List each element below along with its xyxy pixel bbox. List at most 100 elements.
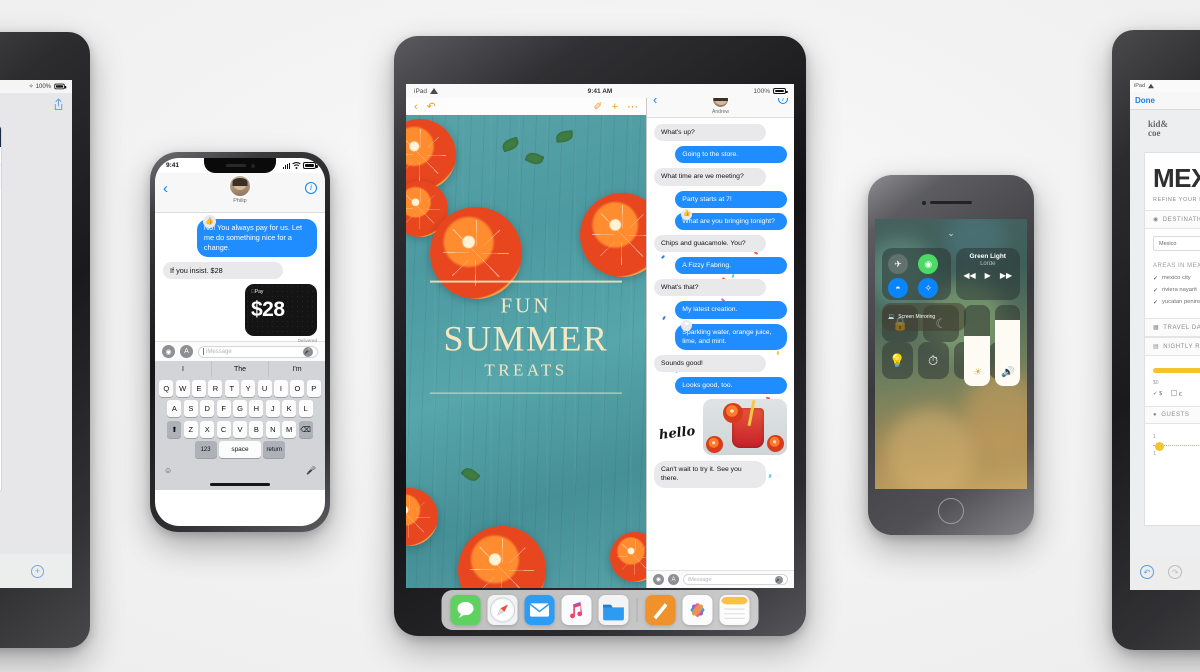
home-button[interactable] [938, 498, 964, 524]
connectivity-tile[interactable]: ✈ ◉ ◓ ✧ [882, 248, 951, 300]
key-d[interactable]: D [200, 400, 214, 417]
flashlight-button[interactable]: 💡 [882, 342, 913, 379]
play-icon[interactable]: ▶ [985, 271, 991, 280]
share-icon[interactable] [53, 98, 64, 111]
message-thread[interactable]: 👍 No! You always pay for us. Let me do s… [155, 213, 325, 341]
price-slider-area[interactable] [1145, 356, 1200, 377]
key-s[interactable]: S [184, 400, 198, 417]
area-checkbox-0[interactable]: ✓ mexico city [1145, 272, 1200, 284]
guests-slider-knob[interactable] [1155, 442, 1164, 451]
more-ellipsis-icon[interactable]: ⋯ [627, 100, 638, 113]
wifi-toggle[interactable]: ◓ [888, 278, 908, 298]
guests-section-header[interactable]: ● GUESTS [1145, 406, 1200, 424]
message-bubble[interactable]: 👍 What are you bringing tonight? [675, 213, 787, 230]
message-bubble[interactable]: ❤ Sparkling water, orange juice, lime, an… [675, 324, 787, 350]
key-h[interactable]: H [249, 400, 263, 417]
fast-forward-icon[interactable]: ▶▶ [1000, 271, 1012, 280]
key-i[interactable]: I [274, 380, 288, 397]
key-k[interactable]: K [282, 400, 296, 417]
done-button[interactable]: Done [1130, 92, 1200, 110]
guests-slider-area[interactable]: 1 1 [1145, 424, 1200, 461]
message-bubble[interactable]: Can't wait to try it. See you there. [654, 461, 766, 487]
airplane-mode-toggle[interactable]: ✈ [888, 254, 908, 274]
pages-app-pane[interactable]: ‹ ↶ ✐ + ⋯ FUN SUMMER TREATS [406, 84, 646, 588]
timer-button[interactable]: ⏱ [918, 342, 949, 379]
key-a[interactable]: A [167, 400, 181, 417]
key-r[interactable]: R [208, 380, 222, 397]
keyboard[interactable]: QWERTYUIOP ASDFGHJKL ⬆ ZXCVBNM ⌫ 123 spa… [155, 377, 325, 490]
guests-slider-track[interactable] [1153, 445, 1200, 446]
filter-card[interactable]: MEX REFINE YOUR RESU ◉ DESTINATION Mexic… [1144, 152, 1200, 526]
dock-messages-icon[interactable] [451, 595, 481, 625]
key-g[interactable]: G [233, 400, 247, 417]
dock-files-icon[interactable] [599, 595, 629, 625]
skip-button[interactable]: Skip » [0, 147, 1, 164]
travel-dates-section-header[interactable]: ▦ TRAVEL DATES [1145, 318, 1200, 337]
dictation-icon[interactable]: 🎤 [306, 466, 316, 475]
iphone-x-screen[interactable]: 9:41 ‹ Philip i 👍 No! You always pay for… [155, 158, 325, 526]
dock-mail-icon[interactable] [525, 595, 555, 625]
message-bubble[interactable]: A Fizzy Fabring. [675, 257, 787, 274]
key-z[interactable]: Z [184, 421, 198, 438]
content-card[interactable]: 100% • • • Skip » HIS E? CONTINUE [0, 126, 2, 492]
checkbox[interactable] [1171, 390, 1177, 396]
message-input[interactable]: iMessage 🎤 [683, 574, 788, 585]
key-y[interactable]: Y [241, 380, 255, 397]
message-reaction-icon[interactable]: 👍 [681, 209, 692, 220]
message-bubble[interactable]: Looks good, too. [675, 377, 787, 394]
key-n[interactable]: N [266, 421, 280, 438]
microphone-icon[interactable]: 🎤 [775, 576, 783, 584]
return-key[interactable]: return [263, 441, 285, 458]
area-checkbox-2[interactable]: ✓ yucatan peninsula [1145, 296, 1200, 308]
key-m[interactable]: M [282, 421, 296, 438]
prediction-2[interactable]: I'm [269, 361, 325, 377]
app-store-icon[interactable]: A [668, 574, 679, 585]
dock-pages-icon[interactable] [646, 595, 676, 625]
message-thread[interactable]: What's up? Going to the store. What time a… [647, 118, 794, 570]
messages-slideover-pane[interactable]: ‹ Andrew i What's up? Going to the store.… [646, 84, 794, 588]
key-j[interactable]: J [266, 400, 280, 417]
key-p[interactable]: P [307, 380, 321, 397]
ipad-right-screen[interactable]: iPad Done kid& coe MEX REFINE YOUR RESU … [1130, 80, 1200, 590]
screen-mirroring-button[interactable]: 💻 Screen Mirroring [882, 303, 966, 331]
message-bubble[interactable]: Party starts at 7! [675, 191, 787, 208]
camera-icon[interactable]: ◉ [653, 574, 664, 585]
key-x[interactable]: X [200, 421, 214, 438]
microphone-icon[interactable]: 🎤 [303, 347, 313, 357]
space-key[interactable]: space [219, 441, 261, 458]
hello-sticker[interactable]: hello [658, 424, 696, 443]
plus-icon[interactable]: + [612, 101, 618, 113]
back-chevron-icon[interactable]: ‹ [414, 101, 418, 113]
iphone-cc-screen[interactable]: ⌄ ✈ ◉ ◓ ✧ Green Light Lorde ◀◀ ▶ ▶▶ ☀ 🔊 … [875, 219, 1027, 489]
message-bubble[interactable]: My latest creation. [675, 301, 787, 318]
key-q[interactable]: Q [159, 380, 173, 397]
message-bubble[interactable]: Going to the store. [675, 146, 787, 163]
emoji-key-icon[interactable]: ☺ [164, 466, 172, 475]
ipad-left-screen[interactable]: ✧ 100% 100% • • • Skip » HIS E? CONTINUE [0, 80, 72, 588]
cellular-data-toggle[interactable]: ◉ [918, 254, 938, 274]
forward-circle-icon[interactable]: ↷ [1168, 565, 1182, 579]
message-bubble[interactable]: What's that? [654, 279, 766, 296]
destination-input[interactable]: Mexico [1153, 236, 1200, 251]
home-indicator[interactable] [157, 480, 323, 490]
currency-options[interactable]: ✓ $ € [1145, 386, 1200, 406]
area-checkbox-1[interactable]: ✓ riviera nayarit [1145, 284, 1200, 296]
avatar[interactable] [229, 175, 251, 197]
app-store-icon[interactable]: A [180, 345, 193, 358]
document-title-block[interactable]: FUN SUMMER TREATS [430, 281, 622, 394]
message-reaction-icon[interactable]: ❤ [681, 320, 692, 331]
shift-key-icon[interactable]: ⬆ [167, 421, 181, 438]
rewind-icon[interactable]: ◀◀ [963, 271, 975, 280]
nightly-rate-section-header[interactable]: ▤ NIGHTLY RATE [1145, 337, 1200, 356]
camera-icon[interactable]: ◉ [162, 345, 175, 358]
key-b[interactable]: B [249, 421, 263, 438]
format-brush-icon[interactable]: ✐ [593, 100, 602, 113]
key-o[interactable]: O [290, 380, 304, 397]
apple-pay-bubble[interactable]: Pay $28 [245, 284, 317, 336]
reaction-thumbsup-icon[interactable]: 👍 [203, 215, 216, 228]
currency-usd[interactable]: ✓ $ [1153, 391, 1162, 397]
ipad-dock[interactable] [442, 590, 759, 630]
currency-eur[interactable]: € [1171, 390, 1182, 398]
message-input[interactable]: iMessage 🎤 [198, 346, 318, 358]
numbers-key[interactable]: 123 [195, 441, 217, 458]
